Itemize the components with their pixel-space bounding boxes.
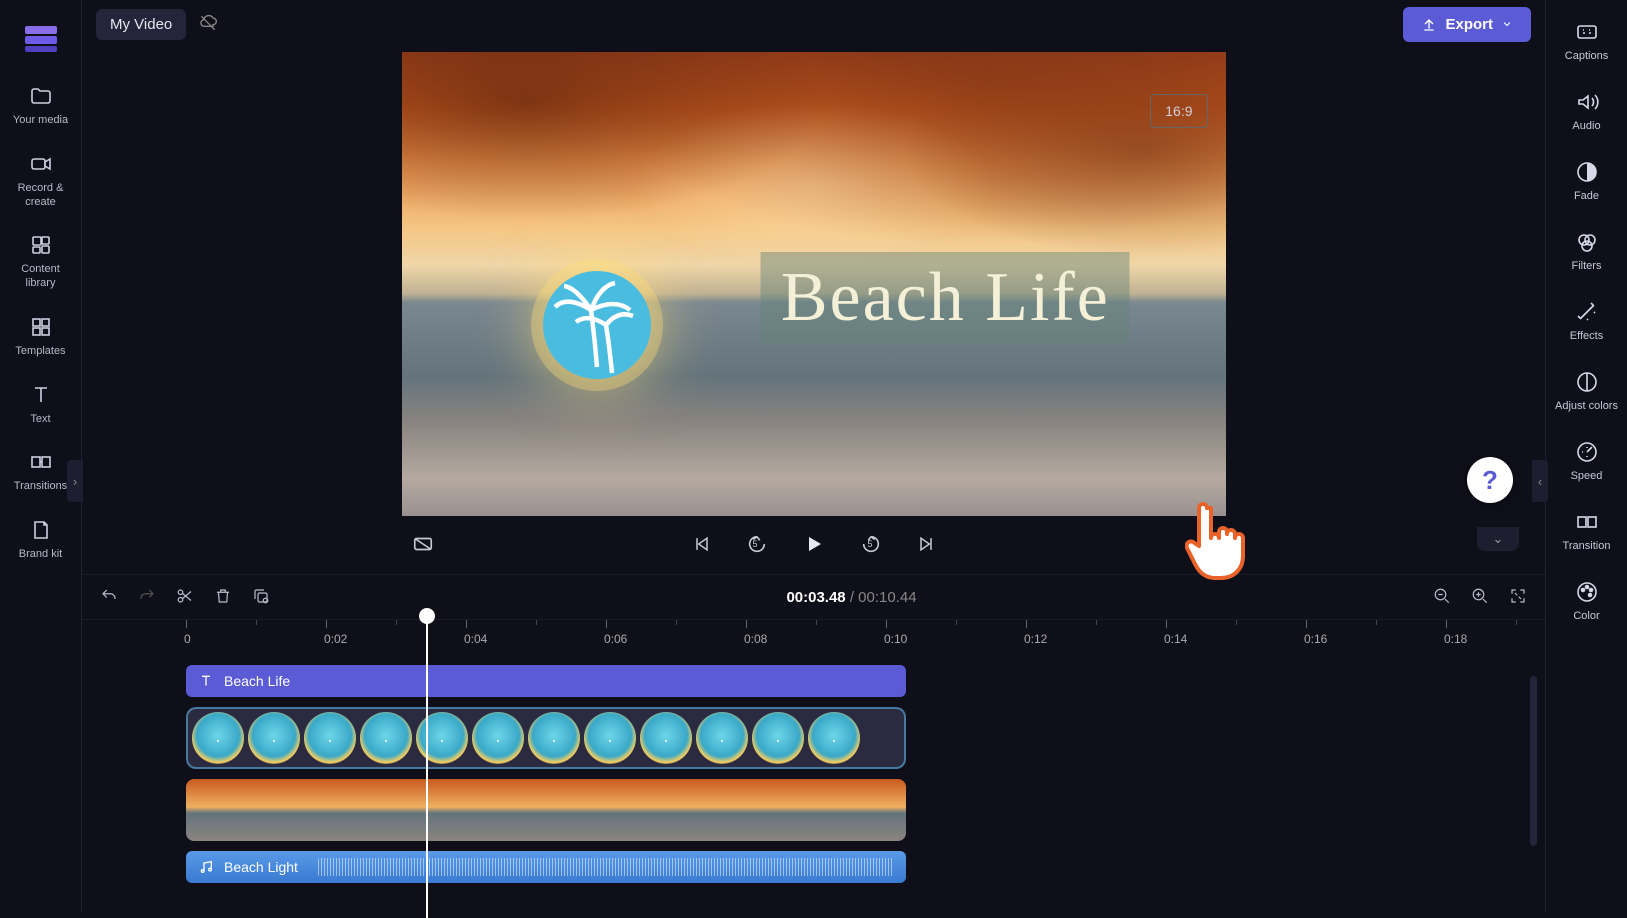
chevron-down-icon	[1501, 18, 1513, 30]
left-sidebar: Your media Record & create Content libra…	[0, 0, 82, 911]
panel-filters[interactable]: Filters	[1551, 216, 1623, 286]
zoom-fit-button[interactable]	[1509, 587, 1527, 608]
captions-icon	[1575, 20, 1599, 44]
skip-back-button[interactable]: 5	[746, 533, 768, 558]
upload-icon	[1421, 16, 1437, 32]
library-icon	[29, 233, 53, 257]
brand-kit-icon	[29, 518, 53, 542]
panel-transition[interactable]: Transition	[1551, 496, 1623, 566]
ruler-tick: 0	[186, 620, 193, 634]
clip-thumbnail-icon	[192, 712, 244, 764]
playback-controls: 5 5	[402, 516, 1226, 574]
color-icon	[1575, 580, 1599, 604]
playhead[interactable]	[426, 618, 428, 918]
audio-track-clip[interactable]: Beach Light	[186, 851, 906, 883]
ruler-tick: 0:16	[1306, 620, 1329, 634]
timeline-scrollbar[interactable]	[1530, 676, 1537, 846]
folder-icon	[29, 84, 53, 108]
main-area: My Video Export	[82, 0, 1545, 911]
speed-icon	[1575, 440, 1599, 464]
nav-transitions[interactable]: Transitions	[5, 440, 77, 508]
play-button[interactable]	[802, 532, 826, 559]
ruler-tick: 0:14	[1166, 620, 1189, 634]
panel-effects[interactable]: Effects	[1551, 286, 1623, 356]
ruler-tick: 0:10	[886, 620, 909, 634]
audio-waveform-icon	[318, 858, 894, 876]
text-icon	[29, 383, 53, 407]
camera-icon	[29, 152, 53, 176]
effects-icon	[1575, 300, 1599, 324]
adjust-icon	[1575, 370, 1599, 394]
right-collapse-toggle[interactable]: ‹	[1532, 460, 1548, 502]
overlay-logo-icon	[522, 250, 672, 403]
video-track-clip[interactable]	[186, 779, 906, 841]
ruler-tick: 0:02	[326, 620, 349, 634]
templates-icon	[29, 315, 53, 339]
ruler-tick: 0:08	[746, 620, 769, 634]
skip-end-button[interactable]	[916, 534, 936, 557]
skip-forward-button[interactable]: 5	[860, 533, 882, 558]
nav-content-library[interactable]: Content library	[5, 223, 77, 305]
panel-captions[interactable]: Captions	[1551, 6, 1623, 76]
filters-icon	[1575, 230, 1599, 254]
cloud-sync-off-icon[interactable]	[198, 13, 218, 36]
panel-audio[interactable]: Audio	[1551, 76, 1623, 146]
help-button[interactable]: ?	[1467, 457, 1513, 503]
panel-adjust-colors[interactable]: Adjust colors	[1551, 356, 1623, 426]
tutorial-cursor-icon	[1185, 498, 1255, 585]
export-button[interactable]: Export	[1403, 7, 1531, 42]
left-expand-toggle[interactable]: ›	[67, 460, 83, 502]
zoom-out-button[interactable]	[1433, 587, 1451, 608]
panel-speed[interactable]: Speed	[1551, 426, 1623, 496]
app-logo-icon	[21, 16, 61, 56]
text-track-clip[interactable]: Beach Life	[186, 665, 906, 697]
redo-button[interactable]	[138, 587, 156, 608]
transitions-icon	[29, 450, 53, 474]
music-icon	[198, 859, 214, 875]
delete-button[interactable]	[214, 587, 232, 608]
ruler-tick: 0:04	[466, 620, 489, 634]
project-name-input[interactable]: My Video	[96, 9, 186, 40]
text-icon	[198, 673, 214, 689]
nav-record-create[interactable]: Record & create	[5, 142, 77, 224]
aspect-ratio-button[interactable]: 16:9	[1150, 94, 1207, 128]
ruler-tick: 0:18	[1446, 620, 1469, 634]
ruler-tick: 0:06	[606, 620, 629, 634]
zoom-in-button[interactable]	[1471, 587, 1489, 608]
timeline-tracks: Beach Life Beach Light	[82, 649, 1545, 911]
ruler-tick: 0:12	[1026, 620, 1049, 634]
audio-icon	[1575, 90, 1599, 114]
top-bar: My Video Export	[82, 0, 1545, 48]
panel-expand-toggle[interactable]: ⌄	[1477, 527, 1519, 551]
transition-icon	[1575, 510, 1599, 534]
timecode-display: 00:03.48 / 00:10.44	[290, 589, 1413, 606]
right-sidebar: Captions Audio Fade Filters Effects Adju…	[1545, 0, 1627, 911]
timeline-ruler[interactable]: 00:020:040:060:080:100:120:140:160:180:2…	[82, 619, 1545, 649]
panel-color[interactable]: Color	[1551, 566, 1623, 636]
overlay-title-text: Beach Life	[761, 252, 1130, 344]
panel-fade[interactable]: Fade	[1551, 146, 1623, 216]
timeline-toolbar: 00:03.48 / 00:10.44	[82, 574, 1545, 619]
undo-button[interactable]	[100, 587, 118, 608]
image-track-clip[interactable]	[186, 707, 906, 769]
duplicate-button[interactable]	[252, 587, 270, 608]
nav-templates[interactable]: Templates	[5, 305, 77, 373]
fade-icon	[1575, 160, 1599, 184]
nav-your-media[interactable]: Your media	[5, 74, 77, 142]
split-button[interactable]	[176, 587, 194, 608]
hide-preview-button[interactable]	[412, 533, 434, 558]
nav-brand-kit[interactable]: Brand kit	[5, 508, 77, 576]
skip-start-button[interactable]	[692, 534, 712, 557]
video-preview[interactable]: Beach Life	[402, 52, 1226, 516]
nav-text[interactable]: Text	[5, 373, 77, 441]
